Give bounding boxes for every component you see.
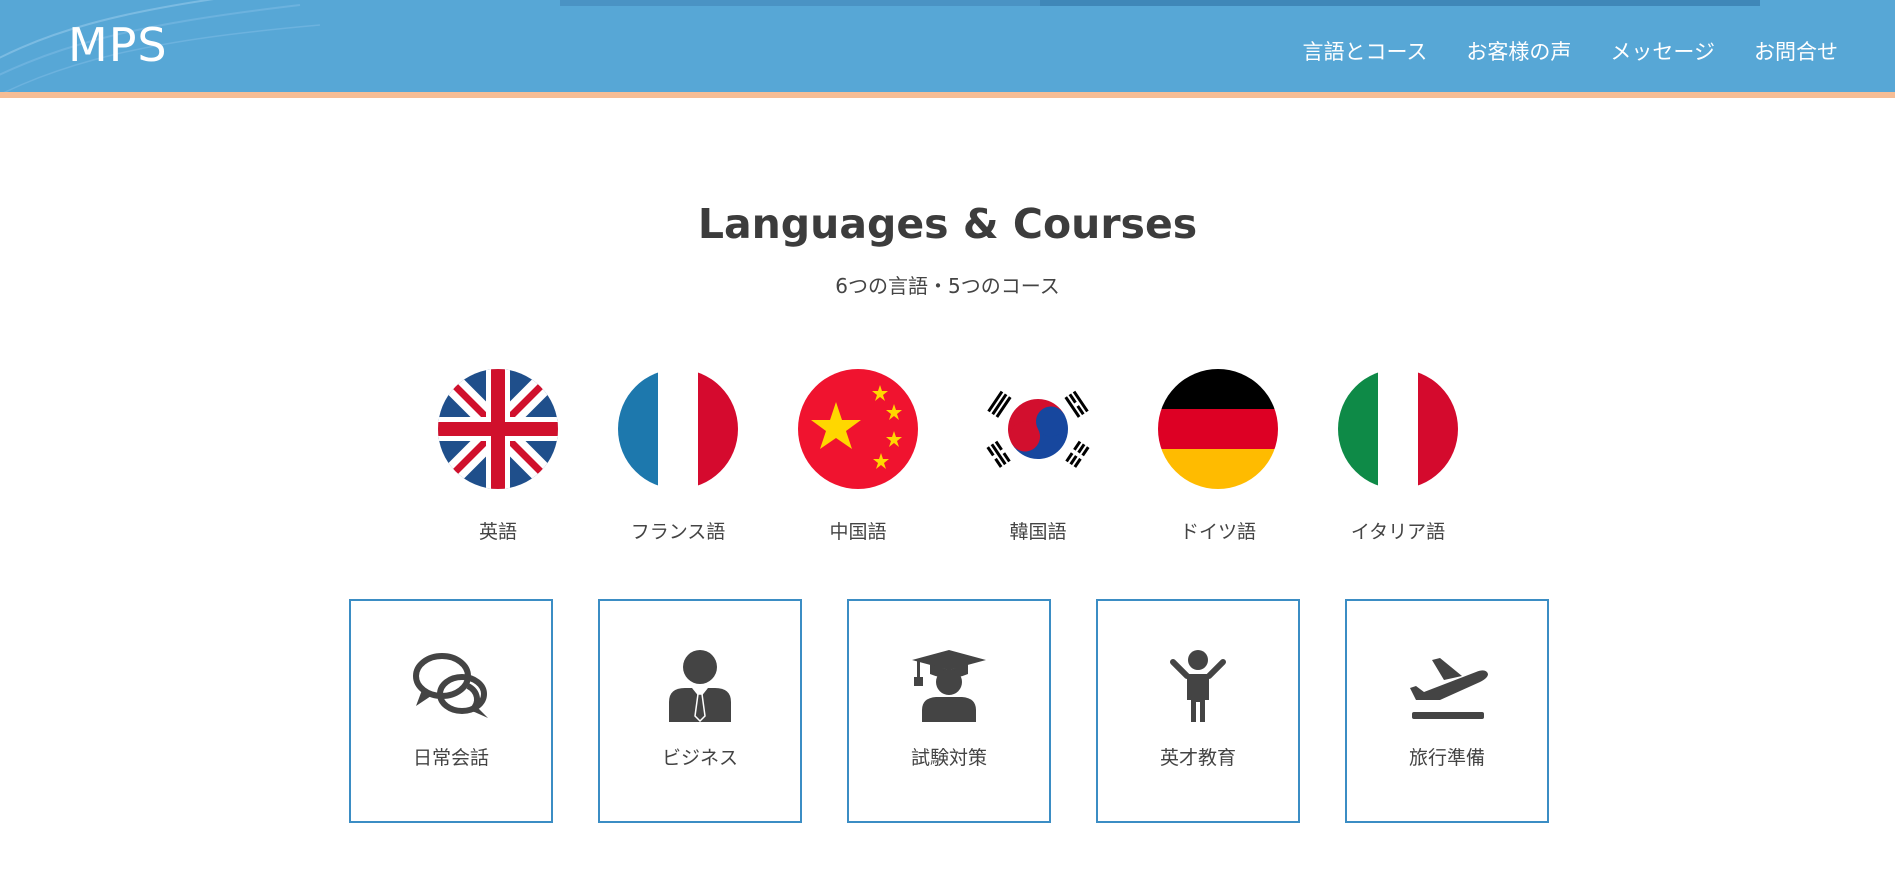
language-label: イタリア語 <box>1350 521 1446 543</box>
china-flag-icon <box>798 369 918 489</box>
language-label: ドイツ語 <box>1179 521 1256 543</box>
language-chinese[interactable]: 中国語 <box>798 369 918 544</box>
language-french[interactable]: フランス語 <box>618 369 738 544</box>
section-subtitle: 6つの言語・5つのコース <box>835 274 1060 298</box>
course-gifted-education[interactable]: 英才教育 <box>1096 599 1300 823</box>
course-label: 旅行準備 <box>1408 747 1485 769</box>
language-label: 英語 <box>478 521 517 543</box>
course-list: 日常会話 ビジネス 試験対策 英才教育 旅行準備 <box>349 599 1549 823</box>
language-german[interactable]: ドイツ語 <box>1158 369 1278 544</box>
language-italian[interactable]: イタリア語 <box>1338 369 1458 544</box>
course-daily-conversation[interactable]: 日常会話 <box>349 599 553 823</box>
nav-contact[interactable]: お問合せ <box>1754 36 1838 66</box>
nav-languages-courses[interactable]: 言語とコース <box>1302 36 1427 66</box>
site-header: MPS 言語とコース お客様の声 メッセージ お問合せ <box>0 0 1895 98</box>
course-exam-prep[interactable]: 試験対策 <box>847 599 1051 823</box>
chat-bubbles-icon <box>413 653 488 718</box>
header-decoration-streak <box>1040 0 1760 6</box>
course-label: 英才教育 <box>1159 747 1236 769</box>
language-label: 韓国語 <box>1009 521 1067 543</box>
course-label: 日常会話 <box>412 747 489 769</box>
main-nav: 言語とコース お客様の声 メッセージ お問合せ <box>1302 36 1838 66</box>
course-label: 試験対策 <box>910 747 987 769</box>
korea-flag-icon <box>978 369 1098 489</box>
nav-message[interactable]: メッセージ <box>1610 36 1715 66</box>
language-label: フランス語 <box>630 521 726 543</box>
child-icon <box>1170 650 1226 722</box>
course-label: ビジネス <box>661 747 738 769</box>
site-logo[interactable]: MPS <box>68 18 168 72</box>
france-flag-icon <box>618 369 738 489</box>
uk-flag-icon <box>438 369 558 489</box>
graduate-icon <box>912 650 986 722</box>
course-travel-prep[interactable]: 旅行準備 <box>1345 599 1549 823</box>
businessman-icon <box>669 650 731 722</box>
language-label: 中国語 <box>829 521 887 543</box>
header-decoration-streak <box>560 0 1040 6</box>
language-list: 英語 フランス語 中国語 韓国語 ドイツ語 イタリア語 <box>438 369 1458 544</box>
nav-testimonials[interactable]: お客様の声 <box>1466 36 1571 66</box>
language-korean[interactable]: 韓国語 <box>978 369 1098 544</box>
italy-flag-icon <box>1338 369 1458 489</box>
section-title: Languages & Courses <box>697 200 1198 248</box>
airplane-takeoff-icon <box>1410 658 1488 719</box>
course-business[interactable]: ビジネス <box>598 599 802 823</box>
language-english[interactable]: 英語 <box>438 369 558 544</box>
germany-flag-icon <box>1158 369 1278 489</box>
